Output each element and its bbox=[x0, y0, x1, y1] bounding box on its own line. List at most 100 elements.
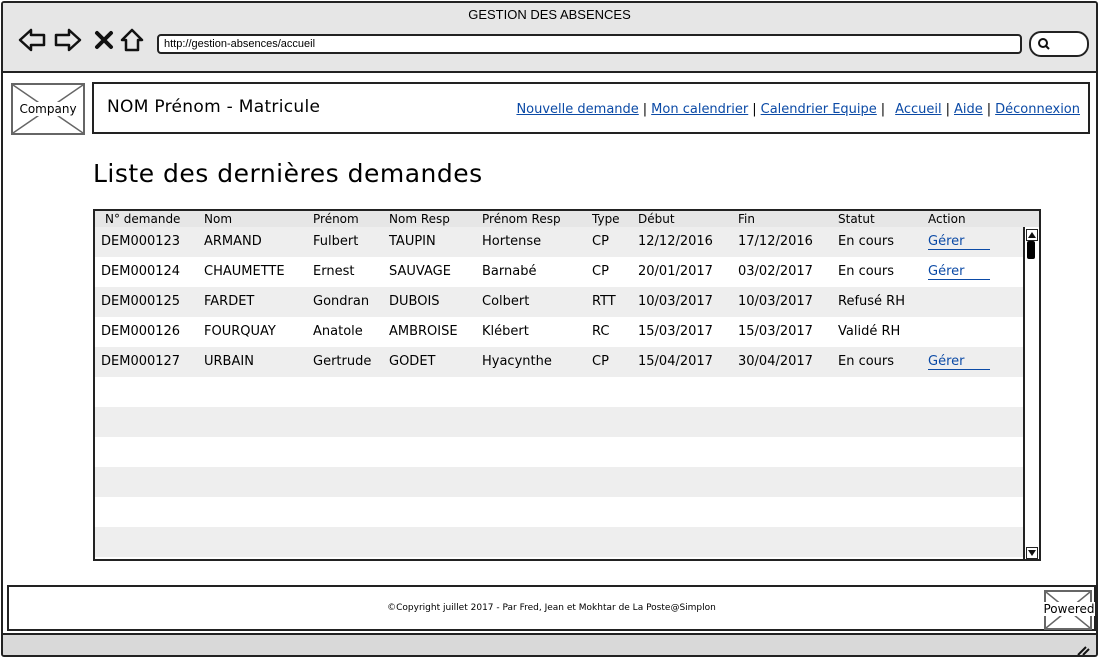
cell-statut: Refusé RH bbox=[838, 294, 905, 309]
nav-logout[interactable]: Déconnexion bbox=[995, 102, 1080, 117]
column-header: Prénom bbox=[313, 212, 359, 226]
cell-prenom: Ernest bbox=[313, 264, 355, 279]
column-header: Action bbox=[928, 212, 966, 226]
table-row bbox=[95, 467, 1023, 497]
table-row bbox=[95, 557, 1023, 559]
cell-id: DEM000126 bbox=[101, 324, 181, 339]
cell-id: DEM000123 bbox=[101, 234, 181, 249]
table-header: N° demande Nom Prénom Nom Resp Prénom Re… bbox=[95, 211, 1039, 227]
cell-prenom-resp: Barnabé bbox=[482, 264, 537, 279]
column-header: Type bbox=[592, 212, 620, 226]
cell-nom-resp: TAUPIN bbox=[389, 234, 436, 249]
table-row: DEM000124 CHAUMETTE Ernest SAUVAGE Barnabé CP… bbox=[95, 257, 1023, 287]
cell-statut: En cours bbox=[838, 264, 895, 279]
cell-fin: 30/04/2017 bbox=[738, 354, 813, 369]
cell-nom-resp: AMBROISE bbox=[389, 324, 458, 339]
cell-type: CP bbox=[592, 234, 609, 249]
cell-statut: En cours bbox=[838, 234, 895, 249]
cell-statut: Validé RH bbox=[838, 324, 901, 339]
cell-prenom: Fulbert bbox=[313, 234, 359, 249]
table-row: DEM000126 FOURQUAY Anatole AMBROISE Klébert R… bbox=[95, 317, 1023, 347]
cell-id: DEM000125 bbox=[101, 294, 181, 309]
table-row bbox=[95, 377, 1023, 407]
powered-label: Powered bbox=[1043, 602, 1095, 616]
nav-team-calendar[interactable]: Calendrier Equipe bbox=[761, 102, 877, 117]
scroll-thumb[interactable] bbox=[1027, 241, 1035, 259]
search-icon bbox=[1037, 36, 1051, 55]
table-row bbox=[95, 497, 1023, 527]
cell-fin: 17/12/2016 bbox=[738, 234, 813, 249]
nav-separator: | bbox=[986, 102, 992, 117]
cell-debut: 15/03/2017 bbox=[638, 324, 713, 339]
table-scrollbar[interactable] bbox=[1023, 227, 1039, 559]
window-title: GESTION DES ABSENCES bbox=[468, 7, 631, 22]
status-bar bbox=[3, 633, 1096, 655]
cell-debut: 20/01/2017 bbox=[638, 264, 713, 279]
cell-type: CP bbox=[592, 354, 609, 369]
cell-id: DEM000127 bbox=[101, 354, 181, 369]
copyright-text: ©Copyright juillet 2017 - Par Fred, Jean… bbox=[387, 603, 716, 613]
cell-nom-resp: SAUVAGE bbox=[389, 264, 451, 279]
browser-window: GESTION DES ABSENCES http://gestion-abse… bbox=[1, 1, 1098, 657]
search-field[interactable] bbox=[1029, 31, 1089, 57]
nav-separator: | bbox=[752, 102, 757, 117]
nav-home[interactable]: Accueil bbox=[895, 102, 941, 117]
scroll-up-icon[interactable] bbox=[1026, 229, 1038, 241]
nav-separator: | bbox=[642, 102, 648, 117]
cell-type: RTT bbox=[592, 294, 616, 309]
nav-my-calendar[interactable]: Mon calendrier bbox=[651, 102, 748, 117]
nav-new-request[interactable]: Nouvelle demande bbox=[516, 102, 638, 117]
cell-prenom: Anatole bbox=[313, 324, 363, 339]
back-icon[interactable] bbox=[17, 25, 47, 55]
manage-link[interactable]: Gérer bbox=[928, 234, 991, 250]
cell-debut: 15/04/2017 bbox=[638, 354, 713, 369]
cell-prenom: Gondran bbox=[313, 294, 370, 309]
cell-nom-resp: GODET bbox=[389, 354, 436, 369]
cell-nom: ARMAND bbox=[204, 234, 262, 249]
action-cell: Gérer bbox=[928, 264, 991, 280]
cell-prenom-resp: Klébert bbox=[482, 324, 529, 339]
resize-grip-icon[interactable] bbox=[1076, 641, 1090, 655]
table-row: DEM000127 URBAIN Gertrude GODET Hyacynthe CP 1… bbox=[95, 347, 1023, 377]
column-header: N° demande bbox=[105, 212, 181, 226]
table-row bbox=[95, 437, 1023, 467]
home-icon[interactable] bbox=[117, 25, 147, 55]
cell-type: RC bbox=[592, 324, 610, 339]
company-logo: Company bbox=[11, 83, 85, 135]
cell-statut: En cours bbox=[838, 354, 895, 369]
manage-link[interactable]: Gérer bbox=[928, 264, 991, 280]
column-header: Prénom Resp bbox=[482, 212, 561, 226]
page-footer: ©Copyright juillet 2017 - Par Fred, Jean… bbox=[7, 585, 1096, 631]
cell-prenom-resp: Colbert bbox=[482, 294, 530, 309]
cell-nom: FOURQUAY bbox=[204, 324, 276, 339]
nav-help[interactable]: Aide bbox=[954, 102, 983, 117]
table-row: DEM000125 FARDET Gondran DUBOIS Colbert RTT 10… bbox=[95, 287, 1023, 317]
column-header: Statut bbox=[838, 212, 875, 226]
close-icon[interactable] bbox=[89, 25, 119, 55]
cell-id: DEM000124 bbox=[101, 264, 181, 279]
powered-logo: Powered bbox=[1043, 590, 1095, 630]
cell-debut: 12/12/2016 bbox=[638, 234, 713, 249]
column-header: Nom Resp bbox=[389, 212, 450, 226]
user-info: NOM Prénom - Matricule bbox=[107, 97, 321, 117]
column-header: Fin bbox=[738, 212, 755, 226]
cell-debut: 10/03/2017 bbox=[638, 294, 713, 309]
cell-nom: CHAUMETTE bbox=[204, 264, 285, 279]
cell-fin: 15/03/2017 bbox=[738, 324, 813, 339]
cell-prenom-resp: Hyacynthe bbox=[482, 354, 552, 369]
forward-icon[interactable] bbox=[53, 25, 83, 55]
manage-link[interactable]: Gérer bbox=[928, 354, 991, 370]
scroll-down-icon[interactable] bbox=[1026, 547, 1038, 559]
company-logo-label: Company bbox=[18, 102, 78, 116]
action-cell: Gérer bbox=[928, 234, 991, 250]
cell-nom: FARDET bbox=[204, 294, 255, 309]
main-nav: Nouvelle demande | Mon calendrier | Calendri… bbox=[516, 102, 1080, 117]
nav-separator: | bbox=[880, 102, 886, 117]
cell-prenom: Gertrude bbox=[313, 354, 372, 369]
cell-prenom-resp: Hortense bbox=[482, 234, 542, 249]
requests-table: N° demande Nom Prénom Nom Resp Prénom Re… bbox=[93, 209, 1041, 561]
action-cell: Gérer bbox=[928, 354, 991, 370]
address-bar[interactable]: http://gestion-absences/accueil bbox=[157, 34, 1022, 54]
nav-separator: | bbox=[945, 102, 950, 117]
column-header: Début bbox=[638, 212, 675, 226]
